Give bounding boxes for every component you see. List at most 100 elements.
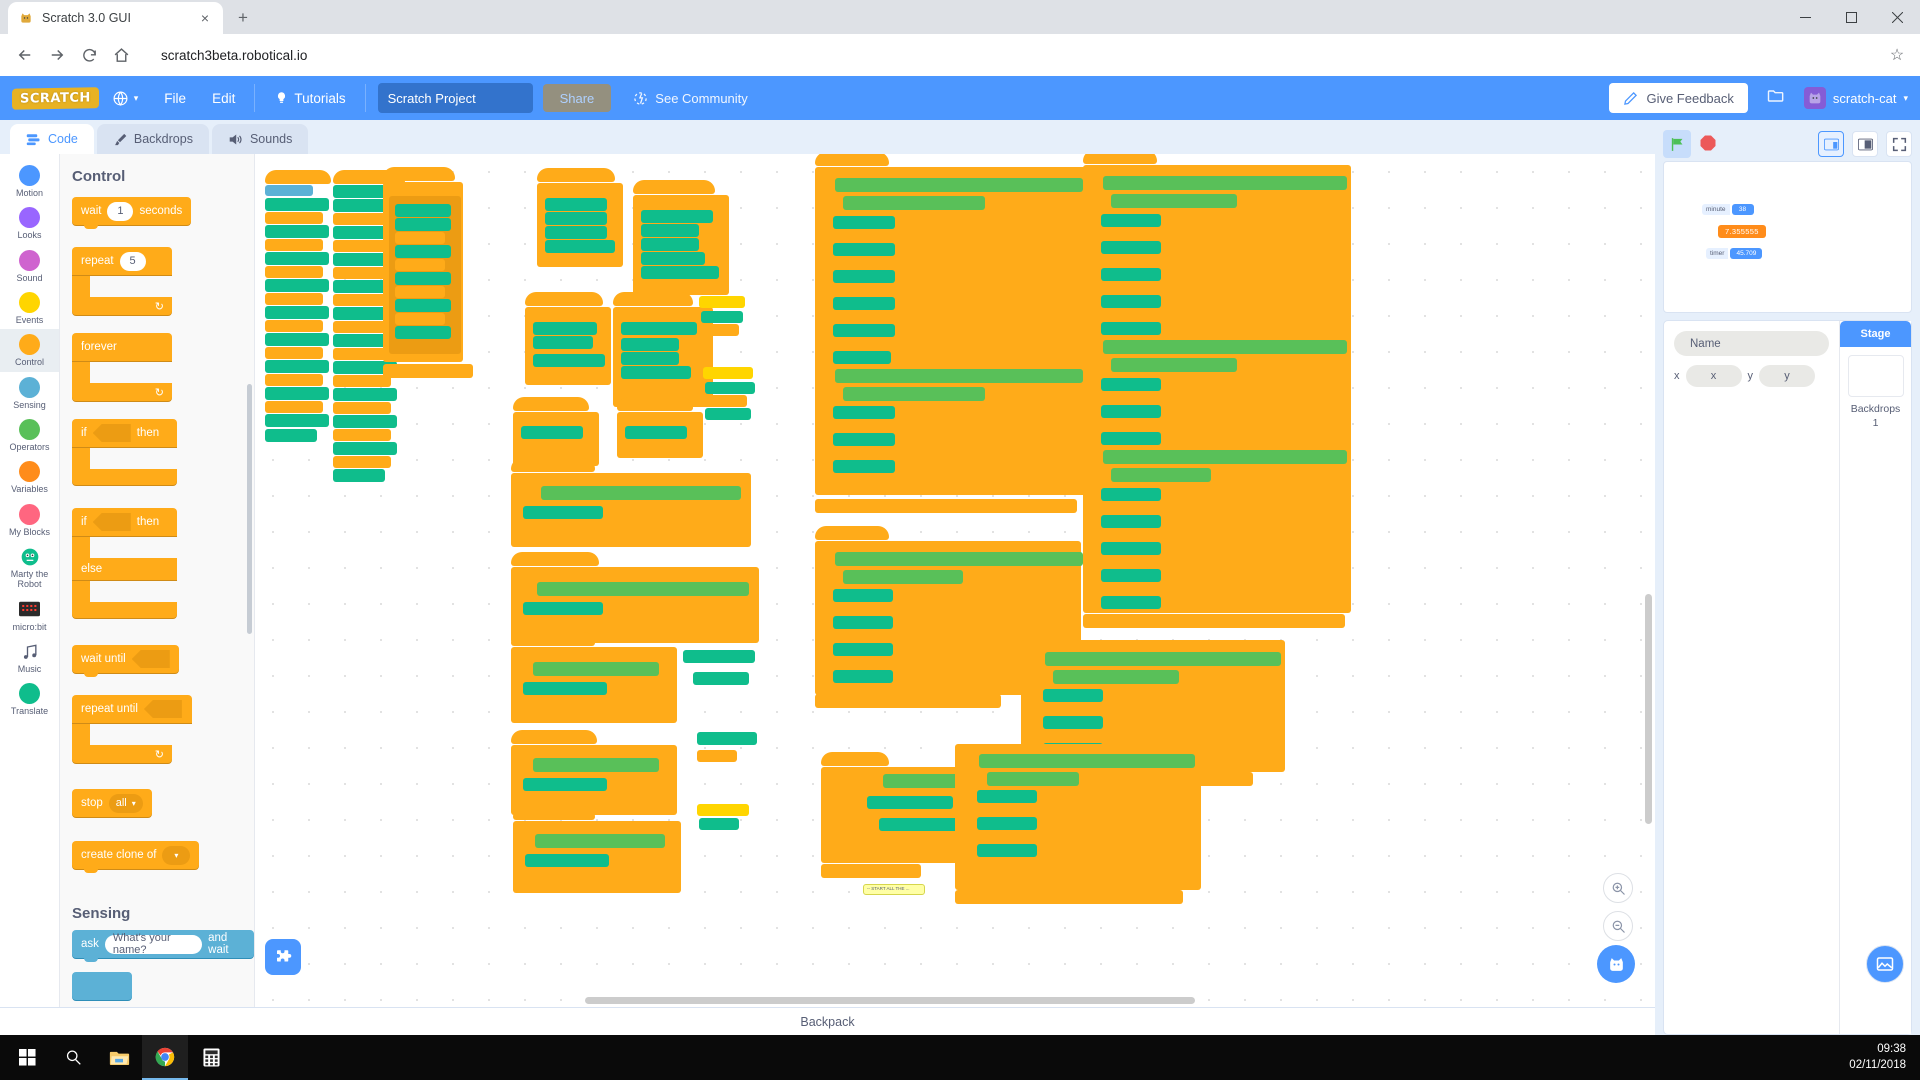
block-wait-seconds[interactable]: wait 1 seconds (72, 197, 192, 229)
category-operators[interactable]: Operators (0, 414, 59, 456)
script-block[interactable] (833, 324, 895, 337)
script-block[interactable] (395, 259, 445, 271)
script-block[interactable] (265, 401, 323, 413)
script-block[interactable] (833, 297, 895, 310)
category-music[interactable]: Music (0, 636, 59, 678)
script-block[interactable] (705, 382, 755, 394)
script-block[interactable] (833, 257, 881, 269)
repeat-count-input[interactable]: 5 (119, 251, 146, 271)
taskbar-clock[interactable]: 09:38 02/11/2018 (1849, 1042, 1920, 1073)
script-block[interactable] (1101, 596, 1161, 609)
script-block[interactable] (1101, 241, 1161, 254)
script-block[interactable] (545, 226, 607, 239)
script-block[interactable] (621, 366, 691, 379)
script-block[interactable] (833, 311, 881, 323)
script-block[interactable] (265, 306, 329, 319)
category-sound[interactable]: Sound (0, 245, 59, 287)
script-block[interactable] (265, 360, 329, 373)
category-marty-the-robot[interactable]: Marty the Robot (0, 541, 59, 594)
script-block[interactable] (621, 352, 679, 365)
script-boolean-block[interactable] (835, 552, 1083, 566)
ifelse-condition-slot[interactable] (92, 513, 131, 531)
script-block[interactable] (697, 750, 737, 762)
category-events[interactable]: Events (0, 287, 59, 329)
back-icon[interactable] (10, 40, 40, 70)
script-block[interactable] (621, 338, 679, 351)
script-block[interactable] (621, 322, 697, 335)
script-hat-block[interactable] (633, 180, 715, 194)
file-menu[interactable]: File (151, 76, 199, 120)
script-block[interactable] (833, 420, 881, 432)
script-block[interactable] (395, 299, 451, 312)
script-block[interactable] (833, 270, 895, 283)
script-block[interactable] (525, 854, 609, 867)
script-block[interactable] (545, 198, 607, 211)
script-block[interactable] (1043, 689, 1103, 702)
script-boolean-block[interactable] (835, 369, 1083, 383)
tutorials-menu[interactable]: Tutorials (261, 76, 358, 120)
script-block[interactable] (833, 284, 881, 296)
workspace-vertical-scrollbar[interactable] (1645, 154, 1652, 1007)
address-bar[interactable]: scratch3beta.robotical.io (146, 41, 1874, 69)
script-hat-block[interactable] (511, 632, 595, 646)
script-block[interactable] (395, 286, 445, 298)
script-hat-block[interactable] (525, 292, 603, 306)
large-stage-layout-button[interactable] (1852, 131, 1878, 157)
script-block[interactable] (867, 796, 953, 809)
script-hat-block[interactable] (1083, 154, 1157, 164)
script-block[interactable] (265, 225, 329, 238)
script-boolean-block[interactable] (1111, 468, 1211, 482)
zoom-in-button[interactable] (1603, 873, 1633, 903)
script-boolean-block[interactable] (979, 754, 1195, 768)
script-block[interactable] (641, 224, 699, 237)
script-block[interactable] (395, 272, 451, 285)
script-block[interactable] (833, 338, 881, 350)
script-block[interactable] (395, 204, 451, 217)
script-block[interactable] (383, 364, 473, 378)
script-boolean-block[interactable] (535, 834, 665, 848)
script-block[interactable] (1101, 295, 1161, 308)
code-workspace-canvas[interactable]: -- START ALL THE ... (255, 154, 1655, 1007)
block-sensing-partial[interactable] (72, 972, 132, 1000)
script-block[interactable] (395, 218, 451, 231)
script-hat-block[interactable] (383, 167, 455, 181)
script-block[interactable] (703, 367, 753, 379)
script-hat-block[interactable] (815, 154, 889, 166)
script-hat-block[interactable] (511, 458, 595, 472)
script-block[interactable] (977, 844, 1037, 857)
script-block[interactable] (833, 243, 895, 256)
script-block[interactable] (833, 603, 881, 615)
tab-sounds[interactable]: Sounds (211, 124, 309, 154)
script-block[interactable] (1101, 419, 1149, 431)
script-block[interactable] (521, 426, 583, 439)
script-block[interactable] (1101, 515, 1161, 528)
script-block[interactable] (1101, 502, 1149, 514)
script-block[interactable] (1043, 730, 1091, 742)
block-if-then[interactable]: if then (72, 419, 254, 490)
script-boolean-block[interactable] (537, 582, 749, 596)
language-menu[interactable]: ▾ (99, 76, 152, 120)
stage-monitor-large[interactable]: 7.355555 (1718, 225, 1766, 238)
script-block[interactable] (333, 388, 397, 401)
script-block[interactable] (265, 374, 323, 386)
script-boolean-block[interactable] (1045, 652, 1281, 666)
script-block[interactable] (1101, 529, 1149, 541)
script-boolean-block[interactable] (843, 387, 985, 401)
script-block[interactable] (1101, 378, 1161, 391)
y-input[interactable]: y (1759, 365, 1815, 387)
script-block[interactable] (265, 414, 329, 427)
file-explorer-icon[interactable] (96, 1035, 142, 1080)
stop-button[interactable] (1699, 134, 1719, 154)
script-block[interactable] (625, 426, 687, 439)
script-block[interactable] (815, 694, 1001, 708)
script-block[interactable] (705, 408, 751, 420)
script-block[interactable] (833, 351, 891, 364)
script-block[interactable] (1101, 255, 1149, 267)
wait-until-condition-slot[interactable] (131, 650, 170, 668)
clone-target-dropdown[interactable]: ▾ (162, 845, 191, 865)
minimize-window-icon[interactable] (1782, 0, 1828, 34)
script-block[interactable] (977, 831, 1025, 843)
script-block[interactable] (821, 864, 921, 878)
project-name-input[interactable]: Scratch Project (377, 83, 533, 113)
script-block[interactable] (701, 311, 743, 323)
